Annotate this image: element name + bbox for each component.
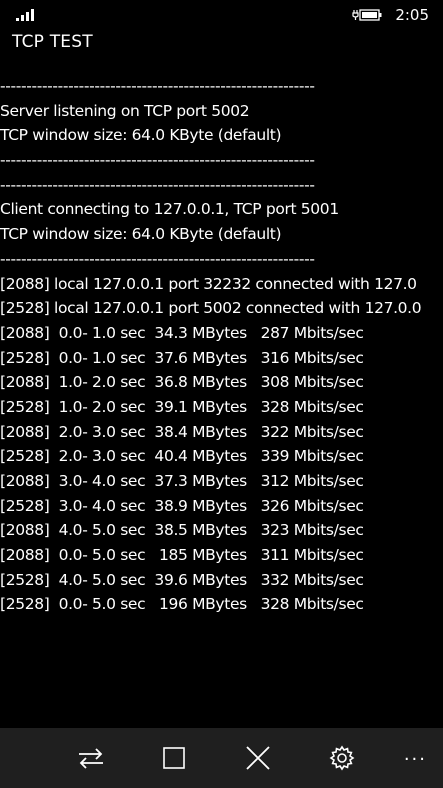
console-line: ----------------------------------------… bbox=[0, 151, 315, 170]
console-line: [2088] 4.0- 5.0 sec 38.5 MBytes 323 Mbit… bbox=[0, 521, 364, 540]
more-button[interactable]: ... bbox=[404, 744, 427, 765]
settings-button[interactable] bbox=[326, 742, 358, 774]
console-line: TCP window size: 64.0 KByte (default) bbox=[0, 126, 282, 145]
console-output: ----------------------------------------… bbox=[0, 74, 443, 724]
console-line: ----------------------------------------… bbox=[0, 175, 315, 194]
console-line: [2528] 2.0- 3.0 sec 40.4 MBytes 339 Mbit… bbox=[0, 447, 364, 466]
console-line: [2088] local 127.0.0.1 port 32232 connec… bbox=[0, 274, 417, 293]
stop-button[interactable] bbox=[158, 742, 190, 774]
console-line: [2528] local 127.0.0.1 port 5002 connect… bbox=[0, 299, 422, 318]
clock: 2:05 bbox=[395, 6, 429, 24]
console-line: [2088] 2.0- 3.0 sec 38.4 MBytes 322 Mbit… bbox=[0, 422, 364, 441]
app-bar: ... bbox=[0, 728, 443, 788]
console-line: [2088] 0.0- 5.0 sec 185 MBytes 311 Mbits… bbox=[0, 546, 364, 565]
stop-icon bbox=[163, 747, 185, 769]
settings-icon bbox=[329, 745, 355, 771]
console-line: [2528] 0.0- 5.0 sec 196 MBytes 328 Mbits… bbox=[0, 595, 364, 614]
console-line: Server listening on TCP port 5002 bbox=[0, 101, 250, 120]
status-bar: 2:05 bbox=[0, 0, 443, 30]
console-line: Client connecting to 127.0.0.1, TCP port… bbox=[0, 200, 339, 219]
console-line: [2088] 1.0- 2.0 sec 36.8 MBytes 308 Mbit… bbox=[0, 373, 364, 392]
console-line: ----------------------------------------… bbox=[0, 77, 315, 95]
console-line: [2088] 3.0- 4.0 sec 37.3 MBytes 312 Mbit… bbox=[0, 472, 364, 490]
console-line: [2528] 4.0- 5.0 sec 39.6 MBytes 332 Mbit… bbox=[0, 570, 364, 589]
battery-icon bbox=[352, 9, 382, 21]
console-line: [2528] 1.0- 2.0 sec 39.1 MBytes 328 Mbit… bbox=[0, 397, 364, 416]
console-line: [2528] 0.0- 1.0 sec 37.6 MBytes 316 Mbit… bbox=[0, 348, 364, 367]
console-line: TCP window size: 64.0 KByte (default) bbox=[0, 225, 282, 244]
signal-icon bbox=[16, 9, 34, 21]
close-button[interactable] bbox=[242, 742, 274, 774]
close-icon bbox=[246, 746, 270, 770]
console-line: [2088] 0.0- 1.0 sec 34.3 MBytes 287 Mbit… bbox=[0, 323, 364, 342]
app-title: TCP TEST bbox=[12, 32, 93, 52]
console-line: [2528] 3.0- 4.0 sec 38.9 MBytes 326 Mbit… bbox=[0, 496, 364, 515]
swap-icon bbox=[79, 748, 103, 769]
console-line: ----------------------------------------… bbox=[0, 249, 315, 268]
swap-button[interactable] bbox=[75, 742, 107, 774]
